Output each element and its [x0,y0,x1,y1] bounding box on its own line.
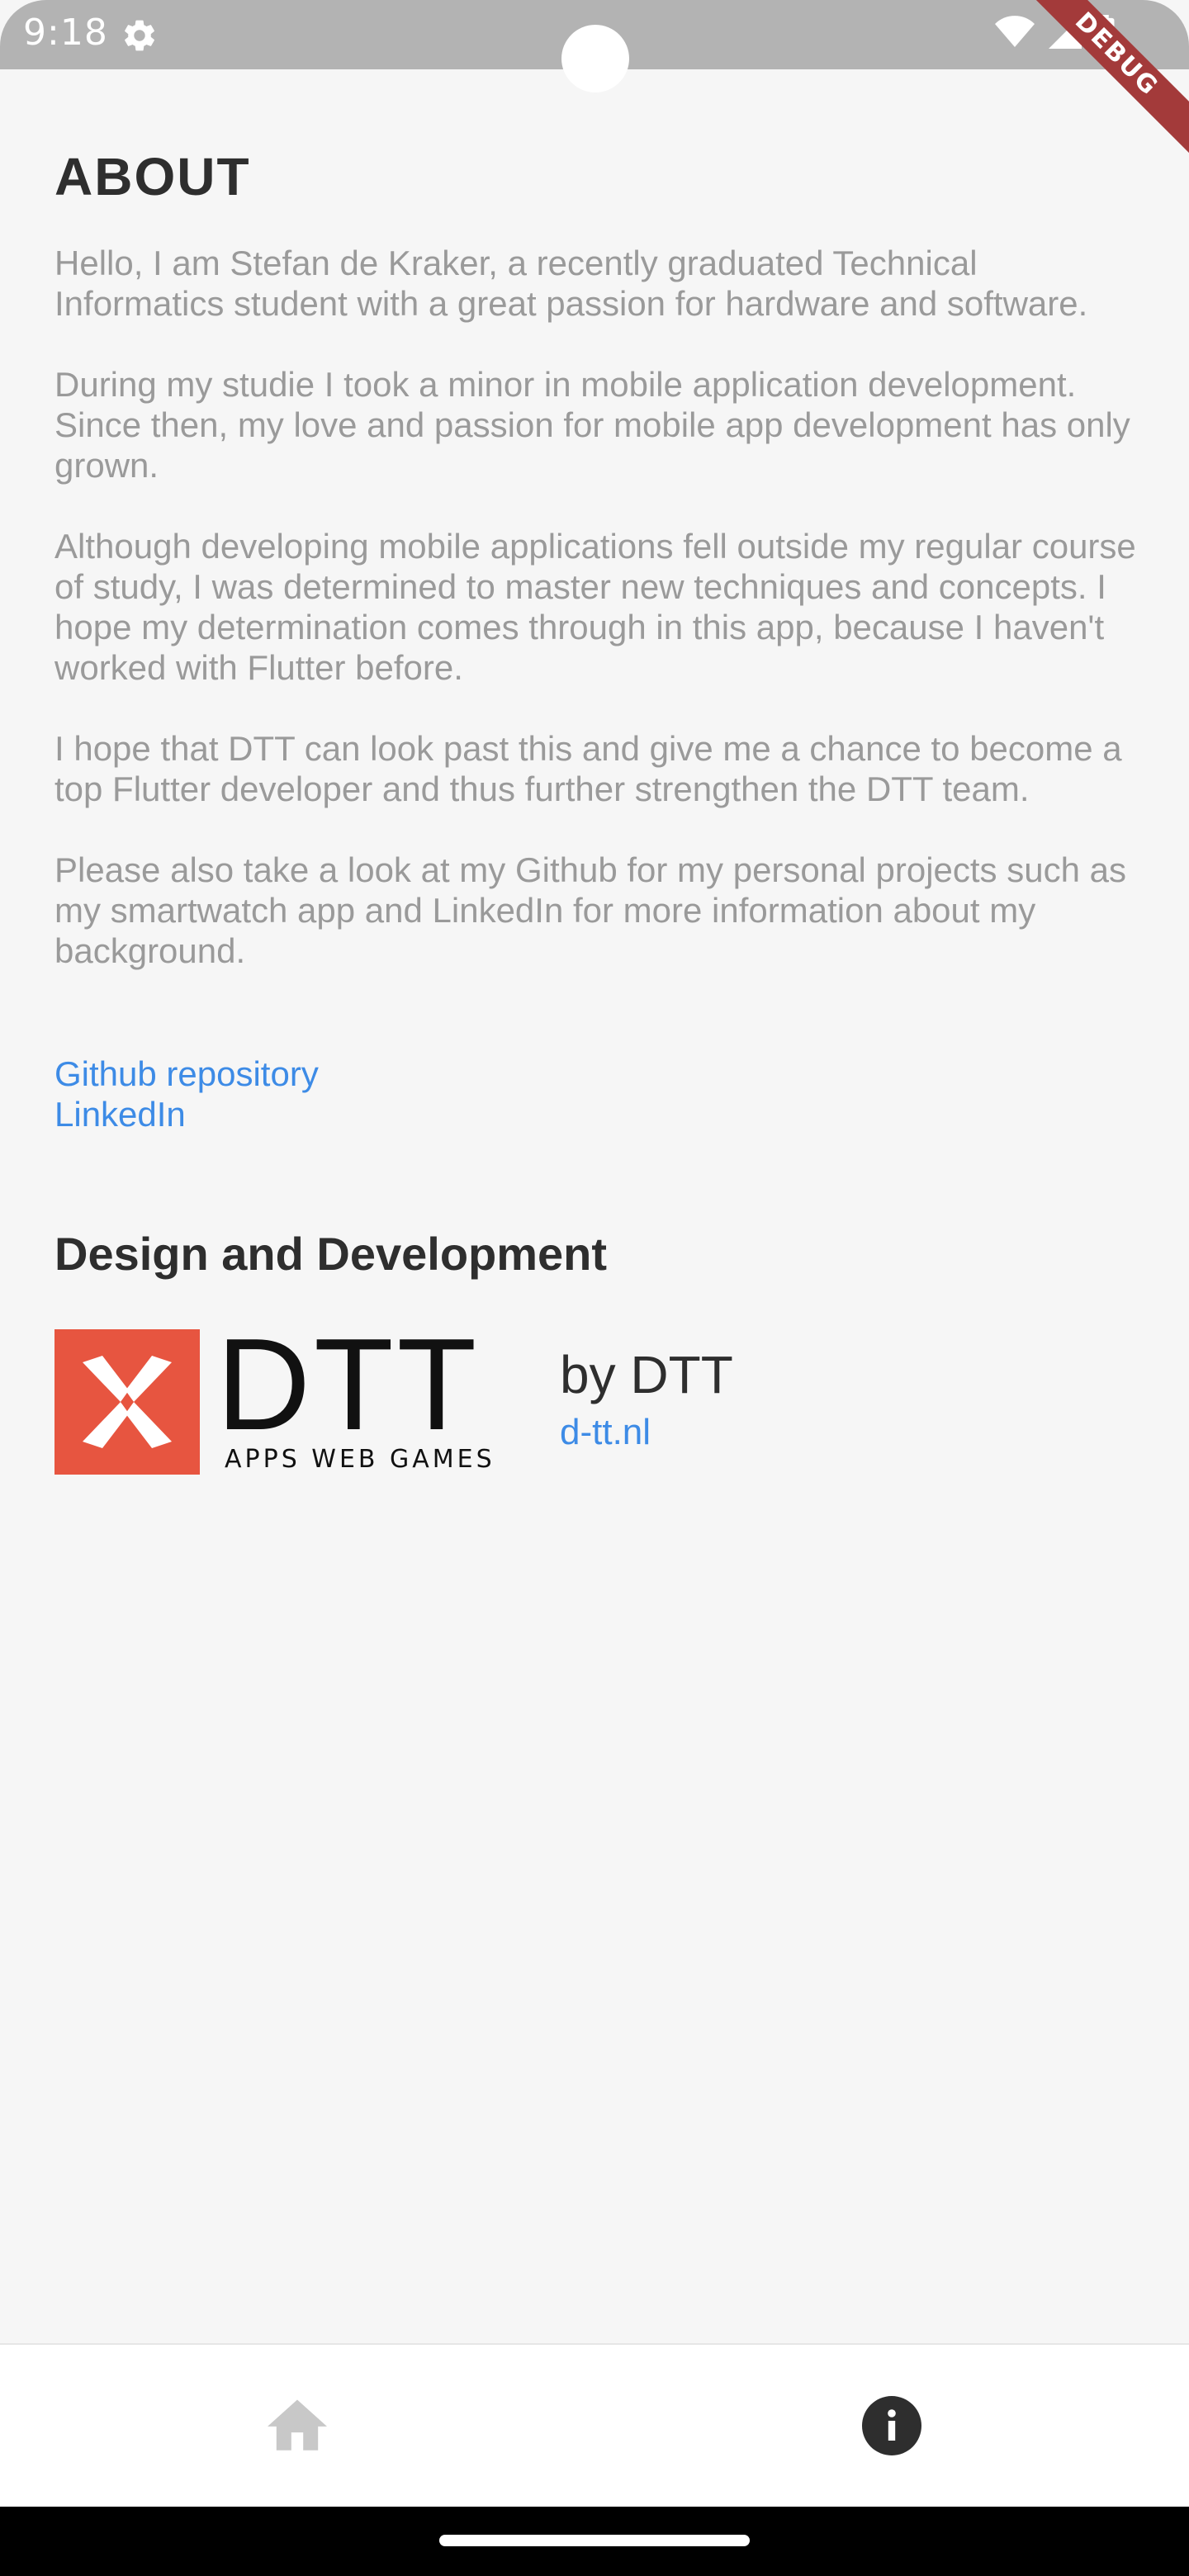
profile-links: Github repository LinkedIn [54,1054,1144,1134]
bottom-navigation [0,2343,1189,2507]
dtt-website-link[interactable]: d-tt.nl [560,1412,651,1453]
about-paragraph-minor: During my studie I took a minor in mobil… [54,365,1130,485]
gear-icon [121,17,159,54]
by-dtt-label: by DTT [560,1345,733,1404]
about-paragraph-hope: I hope that DTT can look past this and g… [54,729,1122,808]
system-navigation-bar [0,2507,1189,2576]
about-screen: 9:18 DEBUG ABOUT Hello, I am Stefan de K… [0,0,1189,2576]
page-title: ABOUT [54,147,251,206]
status-time: 9:18 [23,12,108,54]
dtt-logo-mark [54,1329,200,1475]
nav-info[interactable] [842,2378,941,2477]
about-paragraph-links: Please also take a look at my Github for… [54,850,1126,970]
github-link[interactable]: Github repository [54,1054,1144,1094]
info-icon [862,2395,921,2460]
design-section-title: Design and Development [54,1228,608,1280]
about-paragraph-intro: Hello, I am Stefan de Kraker, a recently… [54,244,1088,323]
debug-banner-label: DEBUG [1016,0,1189,155]
dtt-logo-wordmark: DTT [216,1312,481,1457]
camera-cutout [561,25,629,92]
gesture-home-handle[interactable] [439,2535,750,2546]
dtt-brand-row: DTT APPS WEB GAMES by DTT d-tt.nl [54,1319,1144,1478]
about-paragraph-determination: Although developing mobile applications … [54,527,1136,687]
linkedin-link[interactable]: LinkedIn [54,1094,1144,1134]
nav-home[interactable] [248,2378,347,2477]
about-content: ABOUT Hello, I am Stefan de Kraker, a re… [54,145,1144,1478]
home-icon [268,2399,327,2456]
dtt-logo-subtitle: APPS WEB GAMES [225,1445,495,1474]
